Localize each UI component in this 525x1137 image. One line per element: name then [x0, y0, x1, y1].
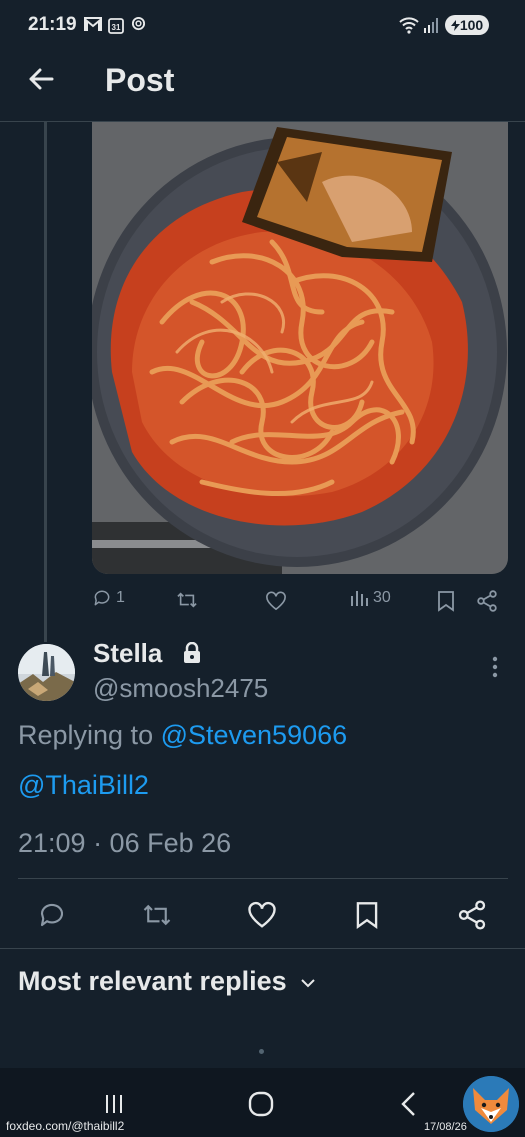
gmail-icon [84, 17, 102, 31]
share-icon[interactable] [476, 590, 498, 612]
post-timestamp: 21:09 · 06 Feb 26 [18, 828, 232, 858]
loading-dot [259, 1049, 264, 1054]
quoted-views[interactable]: 30 [349, 588, 391, 608]
reply-icon [94, 590, 110, 606]
share-button[interactable] [452, 895, 492, 935]
back-chevron-icon [401, 1092, 415, 1116]
thread-line [44, 122, 47, 642]
replies-sort-dropdown[interactable]: Most relevant replies [18, 966, 287, 997]
back-button[interactable] [396, 1088, 420, 1120]
recent-apps-icon [106, 1095, 122, 1113]
author-handle[interactable]: @smoosh2475 [93, 673, 268, 704]
battery-level: 100 [459, 17, 484, 33]
replying-to: Replying to @Steven59066 [18, 720, 347, 751]
bookmark-icon[interactable] [436, 590, 456, 612]
views-icon [351, 591, 368, 606]
post-mention[interactable]: @ThaiBill2 [18, 770, 149, 801]
like-icon[interactable] [265, 591, 287, 611]
calendar-icon: 31 [108, 18, 124, 34]
more-options-icon[interactable] [486, 654, 504, 682]
home-button[interactable] [246, 1088, 276, 1120]
post-image-spaghetti[interactable] [92, 122, 508, 574]
quoted-views-count: 30 [373, 589, 391, 606]
page-title: Post [105, 62, 175, 98]
svg-text:31: 31 [112, 23, 121, 32]
heart-icon [248, 901, 276, 928]
avatar[interactable] [18, 644, 75, 701]
home-icon [248, 1091, 274, 1117]
replying-prefix: Replying to [18, 720, 161, 750]
quoted-reply-button[interactable]: 1 [92, 588, 125, 608]
author-name[interactable]: Stella [93, 638, 162, 669]
fox-logo-icon [463, 1076, 519, 1132]
repost-button[interactable] [137, 895, 177, 935]
back-arrow-icon[interactable] [26, 64, 56, 94]
threads-icon [131, 16, 146, 31]
wifi-icon [399, 17, 419, 34]
clock: 21:19 [28, 14, 77, 35]
signal-icon [424, 18, 438, 33]
chevron-down-icon[interactable] [299, 976, 317, 990]
bookmark-icon [356, 902, 378, 929]
share-icon [458, 900, 486, 930]
status-bar: 21:19 31 100 [0, 0, 525, 52]
like-button[interactable] [242, 895, 282, 935]
battery-indicator: 100 [445, 15, 489, 35]
charging-icon [450, 19, 460, 31]
divider [0, 948, 525, 949]
replying-to-mention[interactable]: @Steven59066 [161, 720, 348, 750]
divider [18, 878, 508, 879]
reply-button[interactable] [32, 895, 72, 935]
repost-icon[interactable] [176, 590, 198, 610]
bookmark-button[interactable] [347, 895, 387, 935]
recent-apps-button[interactable] [100, 1088, 128, 1120]
watermark-left: foxdeo.com/@thaibill2 [6, 1119, 125, 1133]
reply-icon [40, 903, 64, 927]
quoted-reply-count: 1 [116, 589, 125, 606]
watermark-right: 17/08/26 [424, 1121, 467, 1133]
lock-icon [184, 642, 200, 663]
repost-icon [143, 904, 171, 926]
